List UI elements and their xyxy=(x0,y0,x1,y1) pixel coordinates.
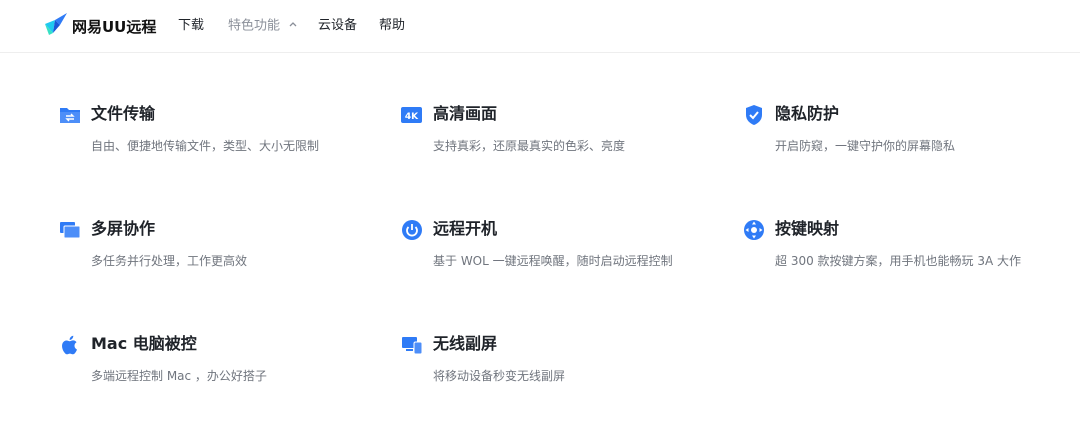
feature-mac-control[interactable]: Mac 电脑被控 多端远程控制 Mac ，办公好搭子 xyxy=(59,333,379,393)
feature-desc: 多端远程控制 Mac ，办公好搭子 xyxy=(91,369,267,383)
nav-download[interactable]: 下载 xyxy=(178,17,204,35)
nav-help-label: 帮助 xyxy=(379,18,406,33)
feature-desc: 支持真彩，还原最真实的色彩、亮度 xyxy=(433,139,626,153)
feature-multi-screen[interactable]: 多屏协作 多任务并行处理，工作更高效 xyxy=(59,218,379,278)
top-navbar: 网易UU远程 下载 特色功能 云设备 帮助 xyxy=(0,0,1080,53)
nav-cloud-device-label: 云设备 xyxy=(318,18,358,33)
chevron-up-icon xyxy=(288,17,298,35)
multi-screen-icon xyxy=(59,219,81,241)
feature-file-transfer[interactable]: 文件传输 自由、便捷地传输文件，类型、大小无限制 xyxy=(59,103,379,163)
feature-title: 文件传输 xyxy=(91,104,156,123)
feature-title: 多屏协作 xyxy=(91,219,156,238)
feature-desc: 开启防窥，一键守护你的屏幕隐私 xyxy=(775,139,956,153)
brand-logo[interactable]: 网易UU远程 xyxy=(43,12,156,40)
feature-title: Mac 电脑被控 xyxy=(91,334,197,353)
feature-remote-boot[interactable]: 远程开机 基于 WOL 一键远程唤醒，随时启动远程控制 xyxy=(401,218,721,278)
gamepad-dpad-icon xyxy=(743,219,765,241)
svg-text:4K: 4K xyxy=(405,112,419,122)
feature-title: 隐私防护 xyxy=(775,104,840,123)
4k-icon: 4K xyxy=(401,104,423,126)
feature-title: 按键映射 xyxy=(775,219,840,238)
feature-privacy[interactable]: 隐私防护 开启防窥，一键守护你的屏幕隐私 xyxy=(743,103,1063,163)
feature-desc: 基于 WOL 一键远程唤醒，随时启动远程控制 xyxy=(433,254,673,268)
nav-download-label: 下载 xyxy=(178,18,205,33)
feature-desc: 多任务并行处理，工作更高效 xyxy=(91,254,248,268)
feature-desc: 自由、便捷地传输文件，类型、大小无限制 xyxy=(91,139,320,153)
apple-icon xyxy=(59,334,81,356)
nav-cloud-device[interactable]: 云设备 xyxy=(318,17,357,35)
feature-hd-picture[interactable]: 4K 高清画面 支持真彩，还原最真实的色彩、亮度 xyxy=(401,103,721,163)
folder-transfer-icon xyxy=(59,104,81,126)
feature-desc: 超 300 款按键方案，用手机也能畅玩 3A 大作 xyxy=(775,254,1022,268)
feature-key-mapping[interactable]: 按键映射 超 300 款按键方案，用手机也能畅玩 3A 大作 xyxy=(743,218,1063,278)
brand-logo-icon xyxy=(43,11,72,41)
feature-title: 高清画面 xyxy=(433,104,498,123)
nav-features-label: 特色功能 xyxy=(228,18,281,34)
brand-name: 网易UU远程 xyxy=(72,17,157,36)
feature-title: 远程开机 xyxy=(433,219,498,238)
wireless-screen-icon xyxy=(401,334,423,356)
power-icon xyxy=(401,219,423,241)
nav-features[interactable]: 特色功能 xyxy=(228,17,298,35)
feature-wireless-screen[interactable]: 无线副屏 将移动设备秒变无线副屏 xyxy=(401,333,721,393)
feature-desc: 将移动设备秒变无线副屏 xyxy=(433,369,566,383)
nav-help[interactable]: 帮助 xyxy=(379,17,405,35)
shield-check-icon xyxy=(743,104,765,126)
feature-title: 无线副屏 xyxy=(433,334,498,353)
